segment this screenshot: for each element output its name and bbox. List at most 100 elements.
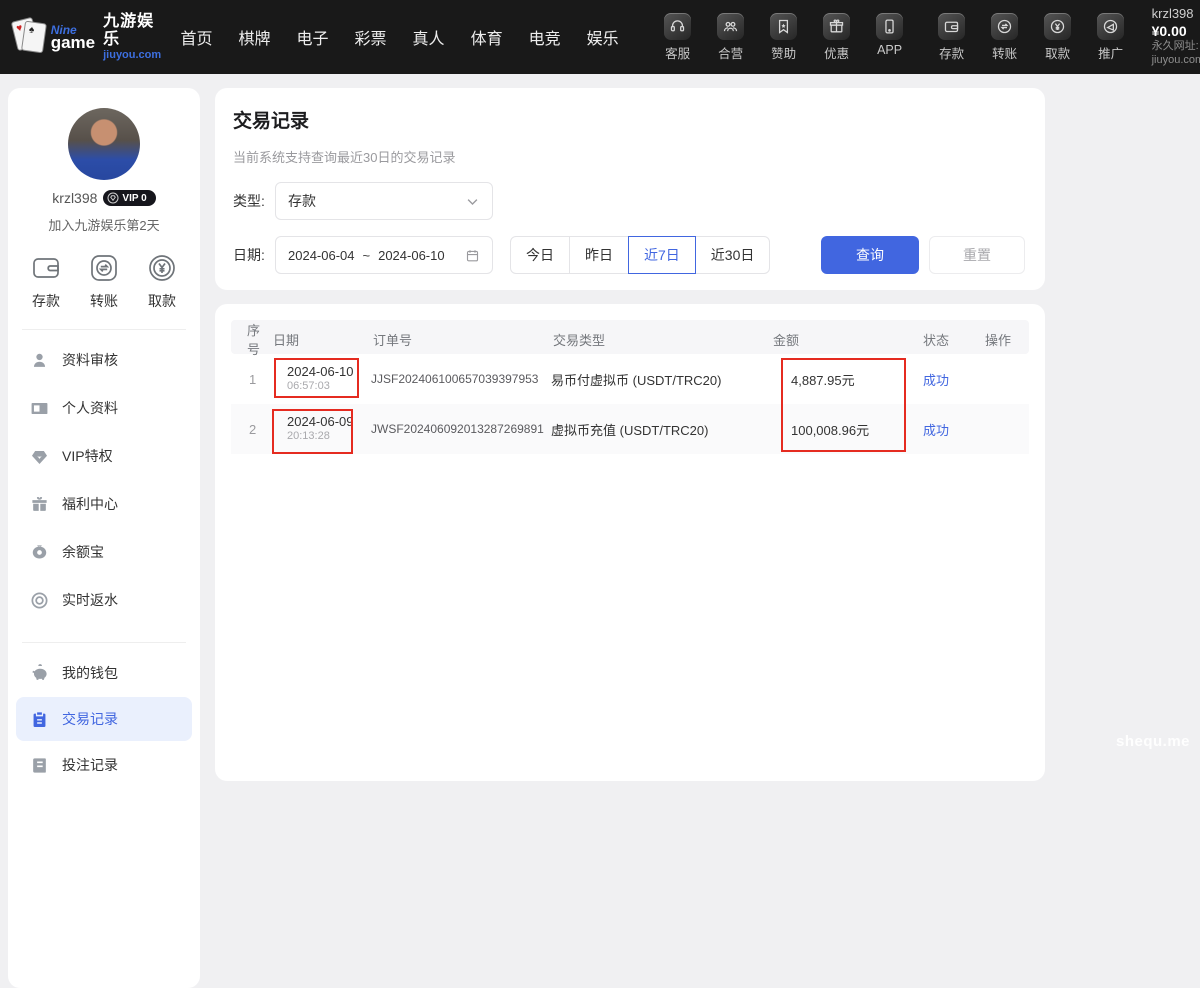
reset-button[interactable]: 重置: [929, 236, 1025, 274]
results-card: 序号 日期 订单号 交易类型 金额 状态 操作 1 2024-06-10 06:…: [215, 304, 1045, 781]
playing-cards-icon: [14, 15, 45, 59]
header-index: 序号: [231, 320, 271, 358]
notebook-icon: [30, 756, 49, 775]
table-row: 1 2024-06-10 06:57:03 JJSF20240610065703…: [231, 354, 1029, 404]
nav-link-home[interactable]: 首页: [180, 25, 212, 49]
date-filter-row: 日期: 2024-06-04 ~ 2024-06-10 今日 昨日 近7日 近3…: [233, 236, 1025, 274]
type-filter-row: 类型: 存款: [233, 182, 1025, 220]
promotions-button[interactable]: 优惠: [818, 13, 856, 62]
sidebar-item-welfare-center[interactable]: 福利中心: [8, 480, 200, 528]
headset-icon: [664, 13, 691, 40]
nav-link-sports[interactable]: 体育: [471, 25, 503, 49]
nav-link-entertainment[interactable]: 娱乐: [587, 25, 619, 49]
nav-link-slots[interactable]: 电子: [297, 25, 329, 49]
sidebar-item-realtime-rebate[interactable]: 实时返水: [8, 576, 200, 624]
divider: [22, 329, 186, 330]
header-amount: 金额: [771, 330, 921, 349]
transfer-coin-icon: [991, 13, 1018, 40]
profile-username: krzl398: [52, 190, 97, 206]
service-icon-group: 客服 合营 赞助 优惠: [659, 13, 909, 62]
top-navbar: Nine game 九游娱乐 jiuyou.com 首页 棋牌 电子 彩票 真人…: [0, 0, 1200, 74]
date-range-input[interactable]: 2024-06-04 ~ 2024-06-10: [275, 236, 493, 274]
quick-range-group: 今日 昨日 近7日 近30日: [510, 236, 770, 274]
sidebar-item-vip-privileges[interactable]: VIP特权: [8, 432, 200, 480]
sidebar-item-my-wallet[interactable]: 我的钱包: [8, 649, 200, 697]
withdraw-button[interactable]: 取款: [1039, 13, 1077, 62]
logo-name-cn: 九游娱乐: [103, 13, 164, 48]
query-button[interactable]: 查询: [821, 236, 919, 274]
sidebar-item-transaction-records[interactable]: 交易记录: [16, 697, 192, 741]
wallet-pig-icon: [30, 664, 49, 683]
range-30days-button[interactable]: 近30日: [695, 236, 771, 274]
sidebar-item-profile-review[interactable]: 资料审核: [8, 336, 200, 384]
withdraw-icon: [146, 252, 178, 284]
username: krzl398: [1152, 6, 1194, 22]
row-time: 06:57:03: [287, 380, 371, 394]
nav-link-live[interactable]: 真人: [413, 25, 445, 49]
page-title: 交易记录: [233, 106, 1025, 133]
wallet-icon: [938, 13, 965, 40]
withdraw-coin-icon: [1044, 13, 1071, 40]
rebate-icon: [30, 591, 49, 610]
site-logo[interactable]: Nine game 九游娱乐 jiuyou.com: [14, 13, 164, 60]
customer-service-button[interactable]: 客服: [659, 13, 697, 62]
clipboard-icon: [30, 710, 49, 729]
header-date: 日期: [271, 330, 371, 349]
phone-icon: [876, 13, 903, 40]
gift-icon: [823, 13, 850, 40]
diamond-icon: [107, 192, 119, 204]
sidebar: krzl398 VIP 0 加入九游娱乐第2天 存款 转账 取款: [8, 88, 200, 988]
header-status: 状态: [921, 330, 983, 349]
header-type: 交易类型: [551, 330, 771, 349]
transactions-table: 序号 日期 订单号 交易类型 金额 状态 操作 1 2024-06-10 06:…: [231, 320, 1029, 454]
nav-link-esports[interactable]: 电竞: [529, 25, 561, 49]
row-status: 成功: [921, 420, 983, 439]
type-select[interactable]: 存款: [275, 182, 493, 220]
transfer-icon: [88, 252, 120, 284]
calendar-icon: [465, 248, 480, 263]
sidebar-item-betting-records[interactable]: 投注记录: [8, 741, 200, 789]
range-7days-button[interactable]: 近7日: [628, 236, 696, 274]
date-end: 2024-06-10: [378, 248, 445, 263]
user-info-block: krzl398 VIP0 ¥0.00 永久网址: jiuyou.com: [1152, 6, 1200, 67]
promote-button[interactable]: 推广: [1092, 13, 1130, 62]
filter-card: 交易记录 当前系统支持查询最近30日的交易记录 类型: 存款 日期: 2024-…: [215, 88, 1045, 290]
sponsor-button[interactable]: 赞助: [765, 13, 803, 62]
row-type: 易币付虚拟币 (USDT/TRC20): [551, 370, 771, 389]
sidebar-item-personal-info[interactable]: 个人资料: [8, 384, 200, 432]
row-date: 2024-06-09 20:13:28: [271, 414, 371, 444]
profile-avatar[interactable]: [68, 108, 140, 180]
row-order-no: JJSF202406100657039397953: [371, 372, 551, 386]
nav-link-lottery[interactable]: 彩票: [355, 25, 387, 49]
deposit-button[interactable]: 存款: [933, 13, 971, 62]
row-amount: 4,887.95元: [771, 370, 921, 389]
range-today-button[interactable]: 今日: [510, 236, 570, 274]
main-nav-links: 首页 棋牌 电子 彩票 真人 体育 电竞 娱乐: [180, 25, 618, 49]
logo-brand-bottom: game: [51, 34, 95, 51]
permanent-url[interactable]: 永久网址: jiuyou.com: [1152, 40, 1200, 68]
partnership-button[interactable]: 合营: [712, 13, 750, 62]
header-order-no: 订单号: [371, 330, 551, 349]
app-download-button[interactable]: APP: [871, 13, 909, 62]
page-subtitle: 当前系统支持查询最近30日的交易记录: [233, 147, 1025, 166]
date-separator: ~: [363, 248, 371, 263]
quick-action-transfer[interactable]: 转账: [88, 252, 120, 311]
transfer-button[interactable]: 转账: [986, 13, 1024, 62]
range-yesterday-button[interactable]: 昨日: [569, 236, 629, 274]
quick-action-deposit[interactable]: 存款: [30, 252, 62, 311]
sidebar-item-yuebao[interactable]: 余额宝: [8, 528, 200, 576]
row-order-no: JWSF202406092013287269891: [371, 422, 551, 436]
id-card-icon: [30, 399, 49, 418]
row-status: 成功: [921, 370, 983, 389]
date-start: 2024-06-04: [288, 248, 355, 263]
watermark: shequ.me: [1116, 733, 1190, 750]
main-content: 交易记录 当前系统支持查询最近30日的交易记录 类型: 存款 日期: 2024-…: [215, 88, 1045, 781]
gift-icon: [30, 495, 49, 514]
type-select-value: 存款: [288, 191, 465, 211]
nav-link-chess[interactable]: 棋牌: [239, 25, 271, 49]
logo-domain: jiuyou.com: [103, 49, 164, 61]
quick-action-withdraw[interactable]: 取款: [146, 252, 178, 311]
date-label: 日期:: [233, 245, 275, 265]
row-time: 20:13:28: [287, 430, 371, 444]
partners-icon: [717, 13, 744, 40]
